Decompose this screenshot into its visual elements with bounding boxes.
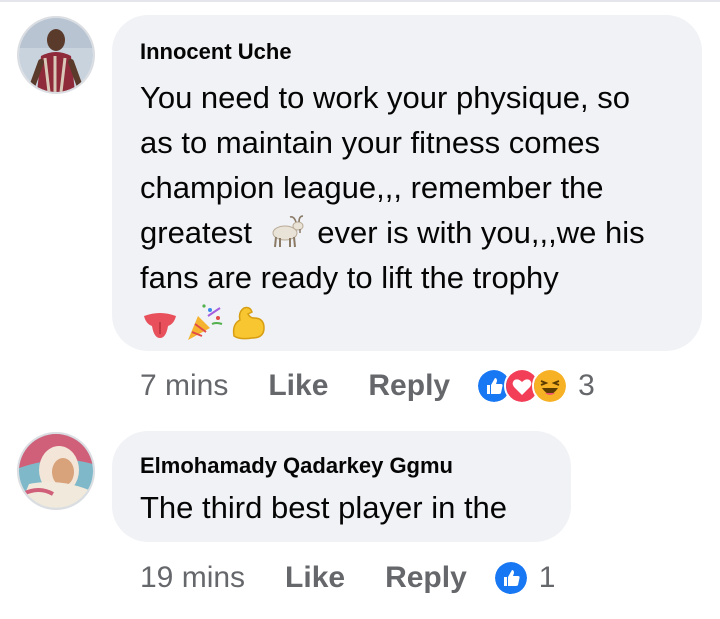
comment-line: champion league,,, remember the [140, 170, 604, 205]
top-divider [0, 0, 720, 2]
like-button[interactable]: Like [268, 369, 328, 403]
comment-bubble: Innocent Uche You need to work your phys… [112, 15, 702, 351]
comment-actions: 19 mins Like Reply 1 [140, 556, 555, 600]
comment-author[interactable]: Innocent Uche [140, 39, 674, 65]
like-reaction-icon [492, 560, 529, 596]
tongue-emoji [140, 302, 180, 342]
reaction-count: 3 [578, 369, 595, 402]
like-button[interactable]: Like [285, 561, 345, 595]
comment-bubble: Elmohamady Qadarkey Ggmu The third best … [112, 431, 571, 542]
avatar[interactable] [17, 432, 95, 510]
comment-author[interactable]: Elmohamady Qadarkey Ggmu [140, 453, 543, 479]
avatar[interactable] [17, 16, 95, 94]
flexed-biceps-emoji [228, 302, 268, 342]
comment-line-part: ever is with you,,,we his [317, 215, 645, 250]
avatar-photo [19, 434, 93, 508]
goat-emoji [265, 215, 305, 249]
comment-actions: 7 mins Like Reply 3 [140, 364, 595, 408]
comment-line-part: greatest [140, 215, 253, 250]
party-popper-emoji [184, 302, 224, 342]
reaction-count: 1 [538, 561, 556, 594]
comment-text: The third best player in the [140, 490, 508, 525]
comment-line: as to maintain your fitness comes [140, 125, 601, 160]
comment-timestamp[interactable]: 19 mins [140, 561, 245, 595]
reply-button[interactable]: Reply [368, 369, 450, 403]
comment-line: greatest ever is with you,,,we his [140, 210, 674, 255]
reactions-summary[interactable]: 3 [476, 368, 595, 404]
avatar-photo [19, 18, 93, 92]
haha-reaction-icon [532, 368, 569, 404]
comment-timestamp[interactable]: 7 mins [140, 369, 228, 403]
comment-text: You need to work your physique, so as to… [140, 75, 674, 342]
reactions-summary[interactable]: 1 [492, 560, 556, 596]
reply-button[interactable]: Reply [385, 561, 467, 595]
emoji-row [140, 302, 674, 342]
comment-line: You need to work your physique, so [140, 80, 631, 115]
comment-line: fans are ready to lift the trophy [140, 260, 559, 295]
